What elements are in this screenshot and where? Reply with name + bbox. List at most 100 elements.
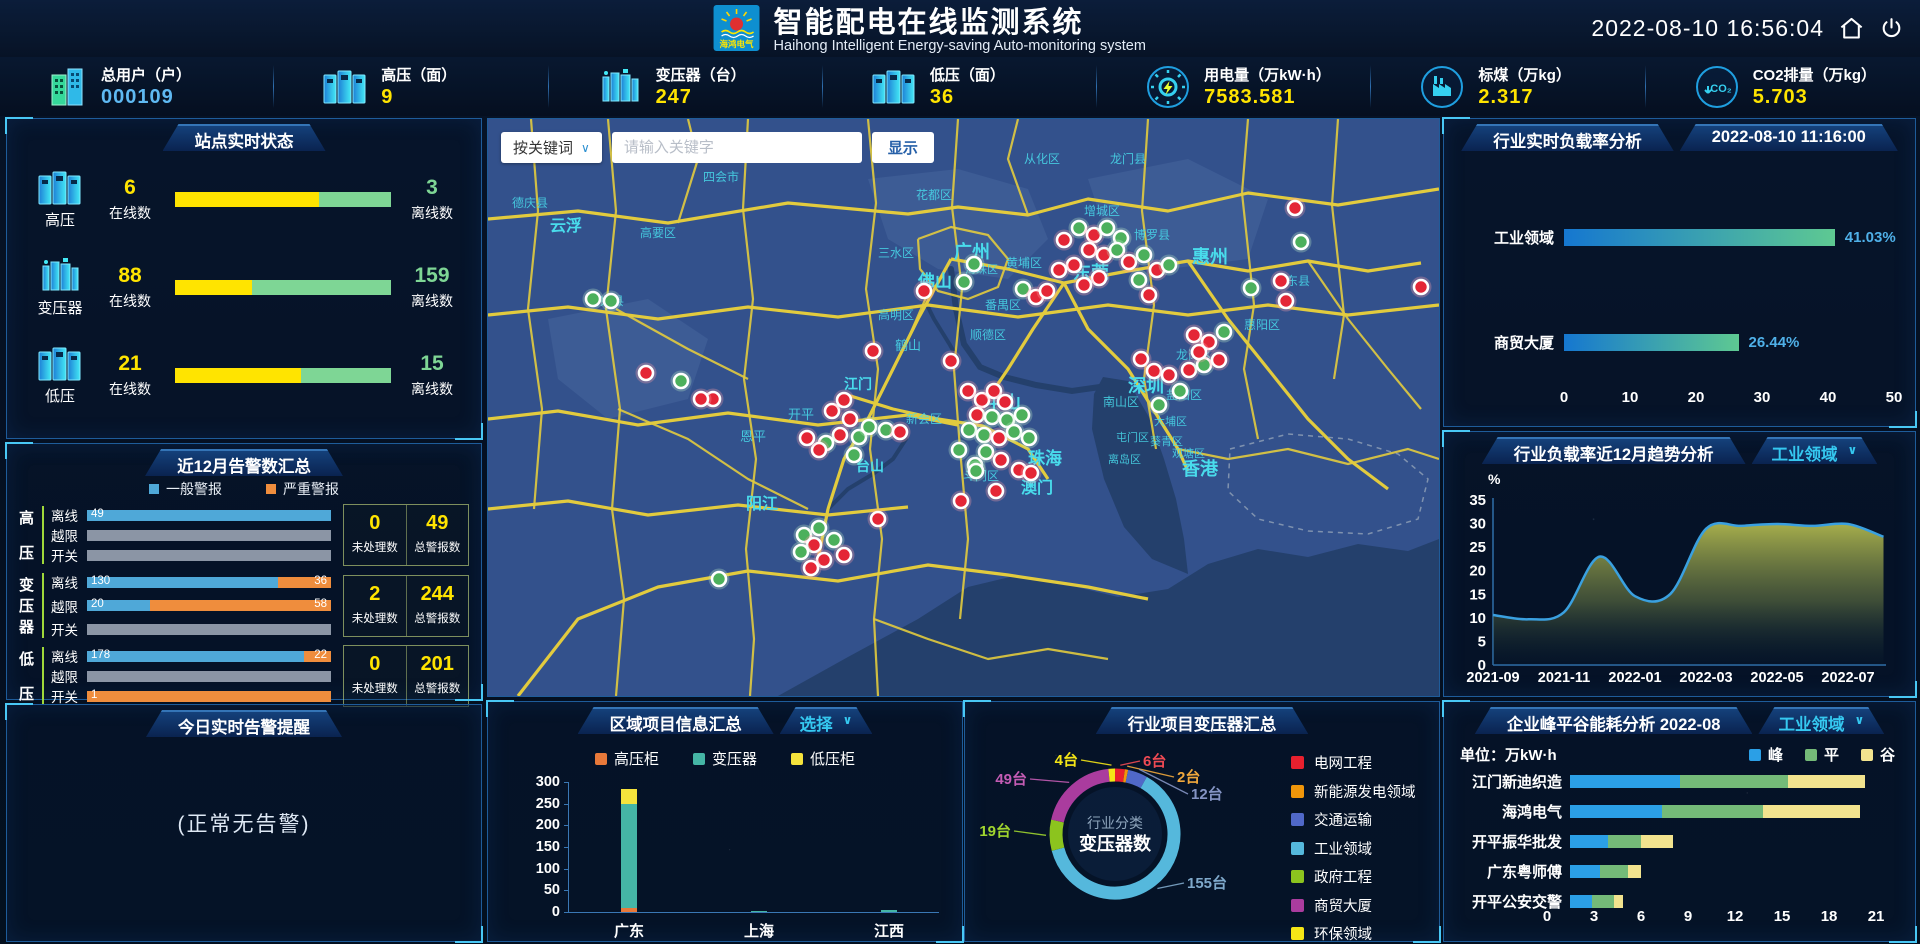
site-marker-online[interactable] [966,461,987,482]
alarm-group-name: 低压 [19,645,37,707]
normal-bar-segment [87,510,331,521]
site-marker-offline[interactable] [951,491,972,512]
y-axis-label: 150 [526,839,560,855]
alarm-summary-box: 0未处理数201总警报数 [343,645,469,707]
site-marker-offline[interactable] [834,390,855,411]
site-marker-offline[interactable] [986,481,1007,502]
y-axis-label: 300 [526,774,560,790]
stat-label: 标煤（万kg） [1478,64,1571,85]
app-header: 海鸿电气 智能配电在线监测系统 Haihong Intelligent Ener… [0,0,1920,58]
site-marker-offline[interactable] [1285,198,1306,219]
x-axis-label: 40 [1820,389,1837,406]
bar-segment-谷 [1614,895,1623,908]
site-row-name: 高压 [25,209,95,230]
site-marker-online[interactable] [709,569,730,590]
legend-item: 新能源发电领域 [1291,781,1416,802]
stacked-bar-江西 [881,910,897,912]
donut-slice-电网工程[interactable] [1115,775,1124,776]
legend-label: 交通运输 [1314,809,1372,830]
site-marker-offline[interactable] [1189,342,1210,363]
site-marker-online[interactable] [844,445,865,466]
energy-industry-select[interactable]: 工业领域∨ [1758,707,1884,734]
legend-item: 峰 [1749,744,1783,765]
site-marker-offline[interactable] [1271,271,1292,292]
search-input[interactable] [612,132,862,163]
donut-slice-政府工程[interactable] [1056,821,1058,849]
home-icon[interactable] [1838,15,1865,42]
site-marker-offline[interactable] [1276,291,1297,312]
site-marker-online[interactable] [1241,278,1262,299]
site-marker-online[interactable] [1159,255,1180,276]
site-marker-online[interactable] [601,291,622,312]
site-marker-online[interactable] [1019,428,1040,449]
site-marker-offline[interactable] [1411,277,1432,298]
map-search-bar: 按关键词∨ 显示 [501,132,934,163]
y-axis-tick [564,912,569,913]
site-marker-offline[interactable] [941,351,962,372]
unhandled-label: 未处理数 [344,610,406,626]
site-marker-offline[interactable] [691,389,712,410]
coal-icon [1419,64,1465,110]
site-marker-offline[interactable] [890,422,911,443]
group-name-char: 压 [19,542,37,563]
x-axis-label: 2022-07 [1821,670,1874,686]
site-marker-online[interactable] [964,254,985,275]
site-marker-online[interactable] [1291,232,1312,253]
group-name-char: 器 [19,616,37,637]
legend-item: 低压柜 [791,748,855,769]
site-marker-offline[interactable] [1021,463,1042,484]
site-marker-offline[interactable] [1049,260,1070,281]
site-marker-offline[interactable] [1037,281,1058,302]
site-marker-offline[interactable] [1139,285,1160,306]
site-marker-offline[interactable] [636,363,657,384]
stat-item-4: 用电量（万kW·h）7583.581 [1097,57,1371,116]
region-select-label: 选择 [800,711,833,735]
co2-icon: CO₂ [1694,64,1740,110]
site-row-icon-wrap: 高压 [25,168,95,230]
y-axis-label: 200 [526,817,560,833]
site-marker-online[interactable] [583,289,604,310]
site-marker-offline[interactable] [834,545,855,566]
site-marker-offline[interactable] [797,428,818,449]
donut-slice-交通运输[interactable] [1127,776,1144,782]
legend-label: 严重警报 [283,479,339,499]
gis-map[interactable]: 德庆县云浮新兴县高要区四会市三水区花都区从化区龙门县增城区博罗县惠州惠东县惠阳区… [488,119,1439,696]
show-button[interactable]: 显示 [872,132,934,163]
site-marker-online[interactable] [949,440,970,461]
site-marker-online[interactable] [809,518,830,539]
region-select[interactable]: 选择∨ [780,707,873,734]
y-axis-label: 30 [1469,516,1486,533]
site-marker-offline[interactable] [801,558,822,579]
stat-text: 总用户（户）000109 [101,64,191,109]
bar-segment-峰 [1570,805,1662,818]
empty-bar [87,530,331,541]
site-marker-online[interactable] [1214,322,1235,343]
site-marker-online[interactable] [954,272,975,293]
site-marker-online[interactable] [1170,381,1191,402]
transformer-icon [25,256,95,296]
site-marker-online[interactable] [671,371,692,392]
site-marker-offline[interactable] [868,509,889,530]
site-marker-offline[interactable] [1074,275,1095,296]
site-marker-online[interactable] [1149,395,1170,416]
load-row-label: 商贸大厦 [1458,332,1554,353]
stat-value: 2.317 [1478,86,1571,109]
search-type-dropdown[interactable]: 按关键词∨ [501,132,602,163]
site-marker-offline[interactable] [991,450,1012,471]
site-marker-offline[interactable] [1209,350,1230,371]
online-label: 在线数 [95,291,165,311]
site-marker-offline[interactable] [863,341,884,362]
legend-label: 平 [1824,744,1839,765]
power-icon[interactable] [1879,16,1904,41]
site-marker-offline[interactable] [914,281,935,302]
donut-slice-新能源发电领域[interactable] [1124,776,1127,777]
stat-value: 5.703 [1753,86,1876,109]
trend-industry-select[interactable]: 工业领域∨ [1752,437,1878,464]
load-value: 41.03% [1845,229,1896,246]
city-label: 江门 [844,376,872,392]
y-axis-label: 15 [1469,586,1486,603]
bar-segment-谷 [1788,775,1865,788]
energy-legend: 峰平谷 [1749,744,1895,765]
energy-select-label: 工业领域 [1778,711,1844,735]
city-label: 博罗县 [1134,227,1170,242]
